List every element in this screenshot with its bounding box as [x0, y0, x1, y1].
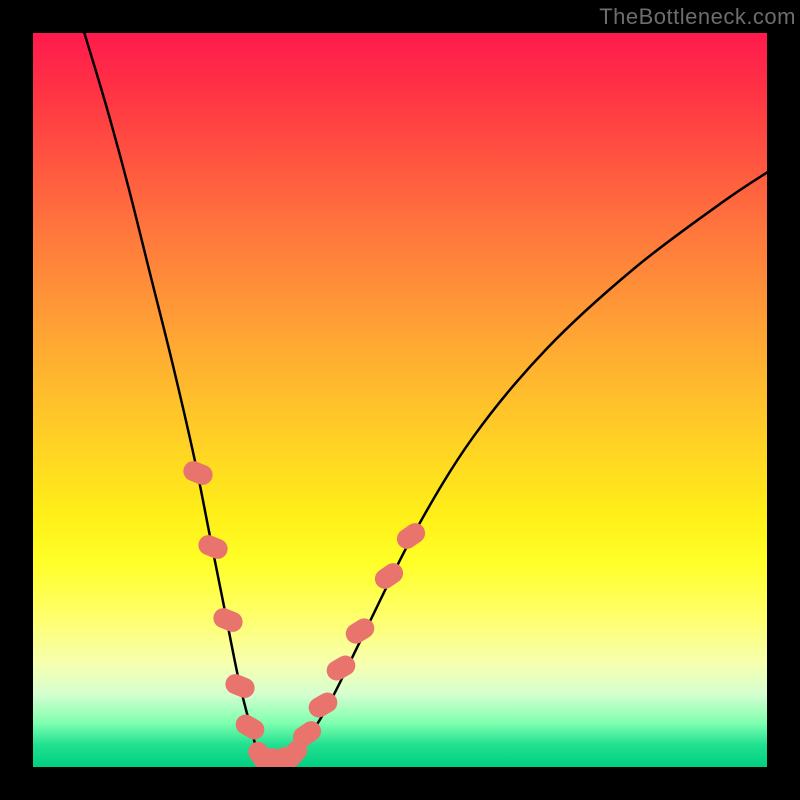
- bottleneck-curve: [33, 33, 767, 767]
- chart-frame: TheBottleneck.com: [0, 0, 800, 800]
- watermark-text: TheBottleneck.com: [599, 4, 796, 30]
- plot-area: [33, 33, 767, 767]
